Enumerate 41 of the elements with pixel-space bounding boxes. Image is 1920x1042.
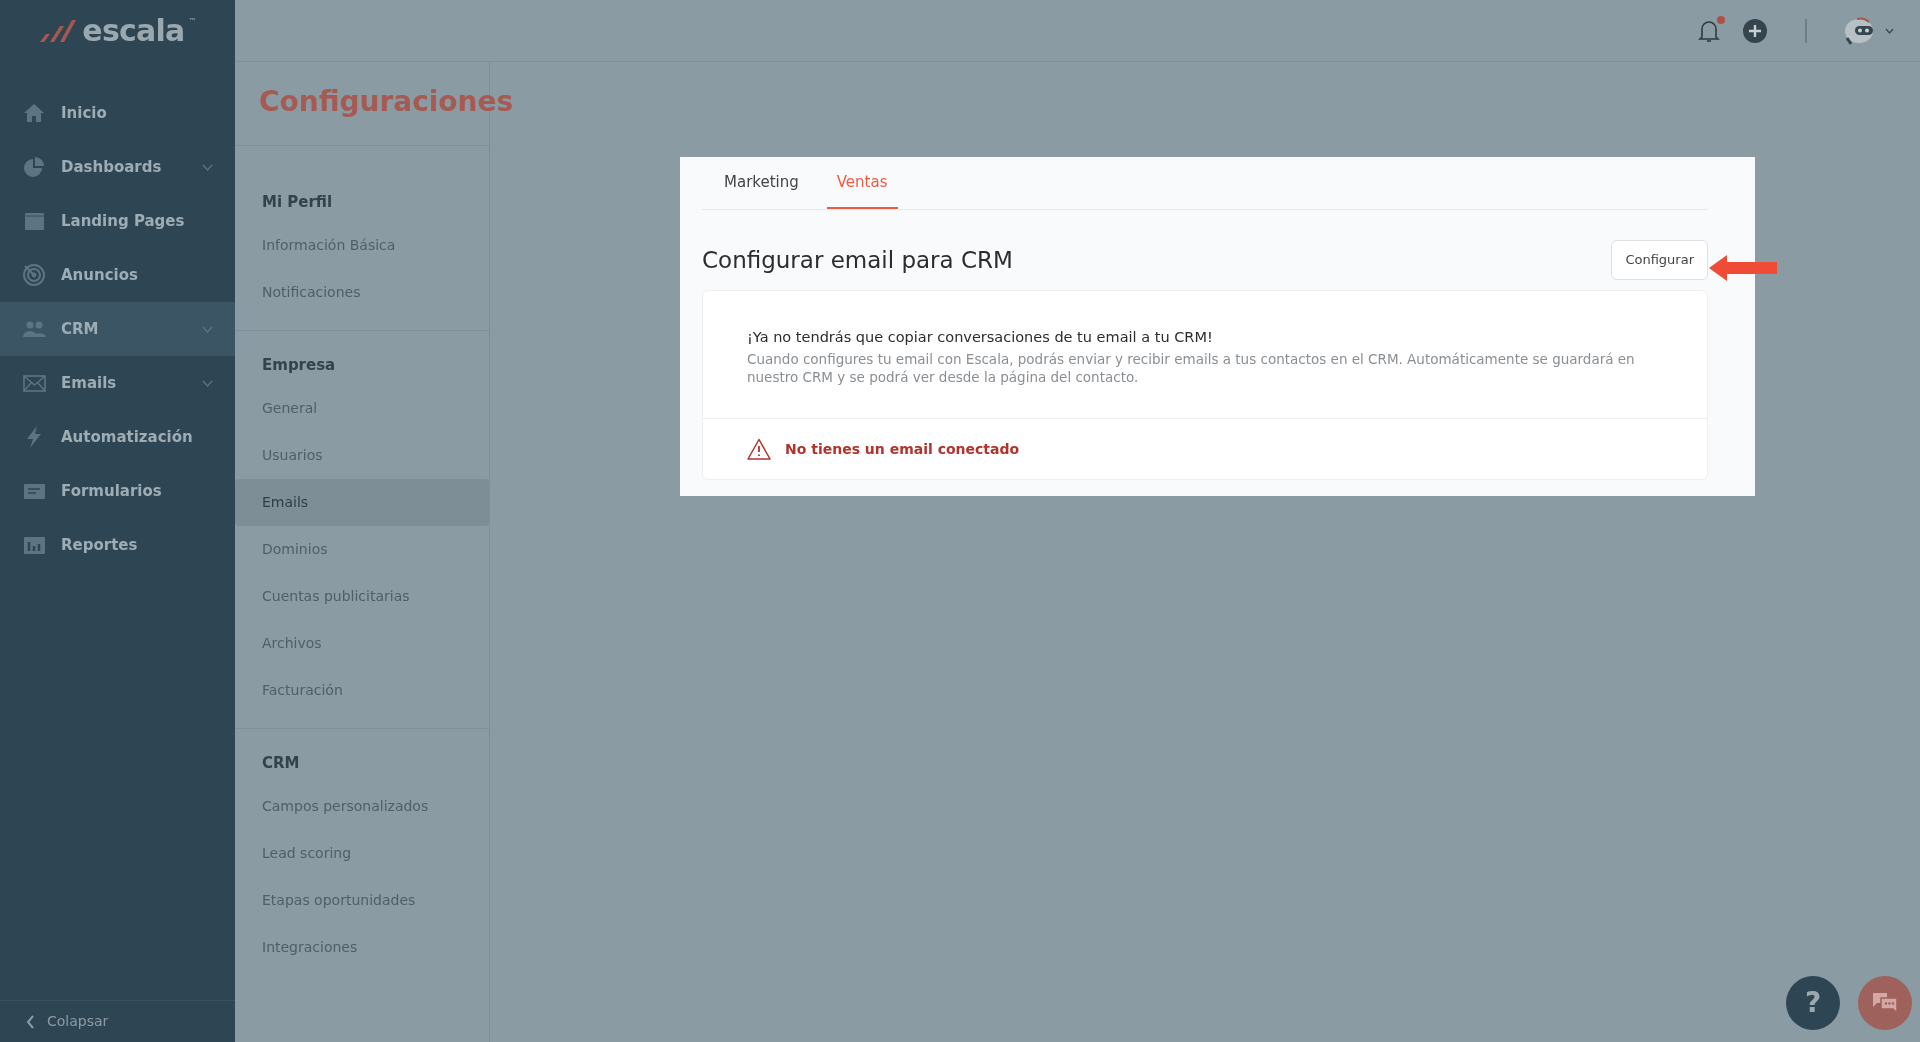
help-button[interactable]: ? (1786, 976, 1840, 1030)
menu-item[interactable]: Campos personalizados (235, 783, 489, 830)
notifications-button[interactable] (1697, 17, 1723, 44)
sidebar-item[interactable]: CRM (0, 302, 235, 356)
section-title: Configurar email para CRM (702, 245, 1013, 275)
menu-item[interactable]: Archivos (235, 620, 489, 667)
add-button[interactable] (1743, 18, 1767, 43)
menu-item[interactable]: Cuentas publicitarias (235, 573, 489, 620)
chevron-left-icon (26, 1014, 35, 1029)
menu-item[interactable]: Dominios (235, 526, 489, 573)
collapse-button[interactable]: Colapsar (26, 1011, 109, 1032)
menu-heading: Empresa (261, 354, 337, 376)
collapse-label: Colapsar (47, 1012, 109, 1031)
warning-icon (747, 438, 771, 461)
plus-icon (1749, 24, 1761, 37)
page-title: Configuraciones (259, 83, 514, 120)
logo-icon (38, 18, 79, 44)
target-icon (22, 263, 47, 287)
menu-heading: Mi Perfil (261, 191, 334, 213)
menu-item[interactable]: Usuarios (235, 432, 489, 479)
warning-message: No tienes un email conectado (785, 439, 1020, 459)
tab[interactable]: Marketing (714, 157, 809, 209)
tab[interactable]: Ventas (826, 157, 898, 209)
logo-text: escala (82, 16, 185, 46)
info-headline: ¡Ya no tendrás que copiar conversaciones de tu email a tu CRM! (747, 327, 1214, 347)
info-description: Cuando configures tu email con Escala, podrás enviar y recibir emails a tus contactos en el CRM. Automáticamente se guardará en nuestro CRM y se podrá ver desde la página del contacto. (747, 350, 1636, 387)
pointer-arrow (1709, 254, 1777, 282)
menu-item[interactable]: General (235, 385, 489, 432)
menu-item[interactable]: Facturación (235, 667, 489, 714)
configure-button[interactable]: Configurar (1611, 240, 1708, 280)
menu-item[interactable]: Integraciones (235, 924, 489, 971)
user-menu-button[interactable] (1843, 15, 1894, 46)
pie-chart-icon (22, 155, 47, 179)
menu-item[interactable]: Lead scoring (235, 830, 489, 877)
menu-item[interactable]: Emails (235, 479, 489, 526)
menu-item[interactable]: Notificaciones (235, 269, 489, 316)
menu-item[interactable]: Información Básica (235, 222, 489, 269)
menu-heading: CRM (261, 752, 301, 774)
caret-icon (1885, 27, 1894, 34)
trademark: ™ (188, 16, 197, 28)
menu-item[interactable]: Etapas oportunidades (235, 877, 489, 924)
